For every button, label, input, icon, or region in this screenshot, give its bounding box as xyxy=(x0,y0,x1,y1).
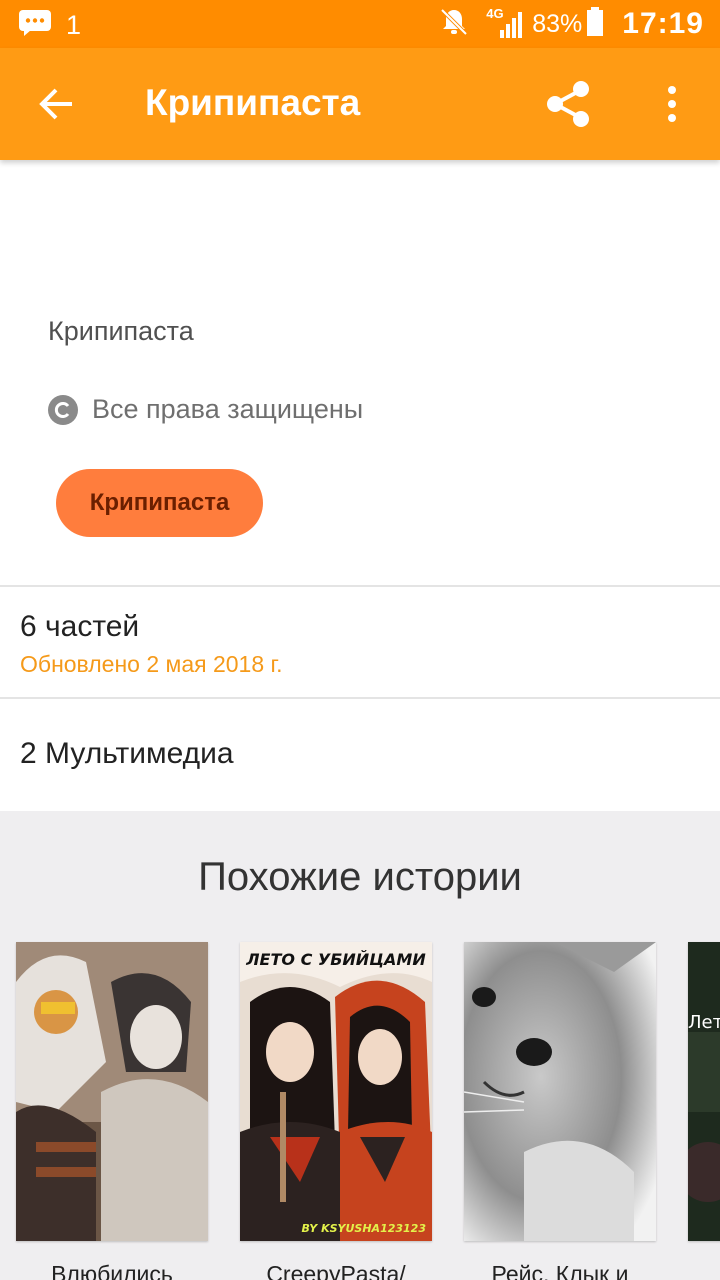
page-title: Крипипаста xyxy=(145,82,361,123)
status-bar: 1 4G 83% 17:19 xyxy=(0,0,720,48)
clock: 17:19 xyxy=(622,7,704,40)
story-cover-3[interactable] xyxy=(464,942,656,1241)
similar-stories-section: Похожие истории Влюбились ЛЕТО С УБИЙЦАМ… xyxy=(0,811,720,1280)
story-cover-4[interactable]: Лето xyxy=(688,942,720,1241)
copyright-icon xyxy=(48,394,78,425)
bell-off-icon xyxy=(438,6,470,42)
divider xyxy=(0,585,720,587)
divider xyxy=(0,697,720,699)
story-description: Крипипаста xyxy=(48,316,194,346)
share-icon xyxy=(547,81,589,127)
updated-date: Обновлено 2 мая 2018 г. xyxy=(20,651,283,677)
cover-4-top-text: Лето xyxy=(688,1012,720,1033)
story-cover-2[interactable]: ЛЕТО С УБИЙЦАМИ BY KSYUSHA123123 xyxy=(240,942,432,1241)
more-options-button[interactable] xyxy=(648,76,696,132)
back-button[interactable] xyxy=(28,76,84,132)
battery-icon xyxy=(586,7,604,41)
signal-4g-icon: 4G xyxy=(486,6,526,40)
cover-2-top-text: ЛЕТО С УБИЙЦАМИ xyxy=(246,950,426,969)
media-count[interactable]: 2 Мультимедиа xyxy=(20,737,234,771)
back-arrow-icon xyxy=(39,88,72,120)
story-title-1[interactable]: Влюбились xyxy=(16,1261,208,1280)
story-title-2[interactable]: CreepyPasta/ xyxy=(240,1261,432,1280)
story-cover-1[interactable] xyxy=(16,942,208,1241)
copyright-row: Все права защищены xyxy=(48,394,363,425)
copyright-label: Все права защищены xyxy=(92,394,364,424)
cover-2-bottom-text: BY KSYUSHA123123 xyxy=(301,1222,427,1235)
story-title-3[interactable]: Рейс, Клык и xyxy=(464,1261,656,1280)
more-vert-icon xyxy=(668,86,676,122)
parts-count[interactable]: 6 частей xyxy=(20,610,139,644)
message-notification-icon xyxy=(18,9,52,41)
similar-stories-heading: Похожие истории xyxy=(198,855,522,899)
app-bar: Крипипаста xyxy=(0,48,720,160)
share-button[interactable] xyxy=(538,76,598,132)
tag-chip[interactable]: Крипипаста xyxy=(56,469,263,537)
notification-count: 1 xyxy=(66,10,82,40)
battery-percent: 83% xyxy=(532,9,583,38)
